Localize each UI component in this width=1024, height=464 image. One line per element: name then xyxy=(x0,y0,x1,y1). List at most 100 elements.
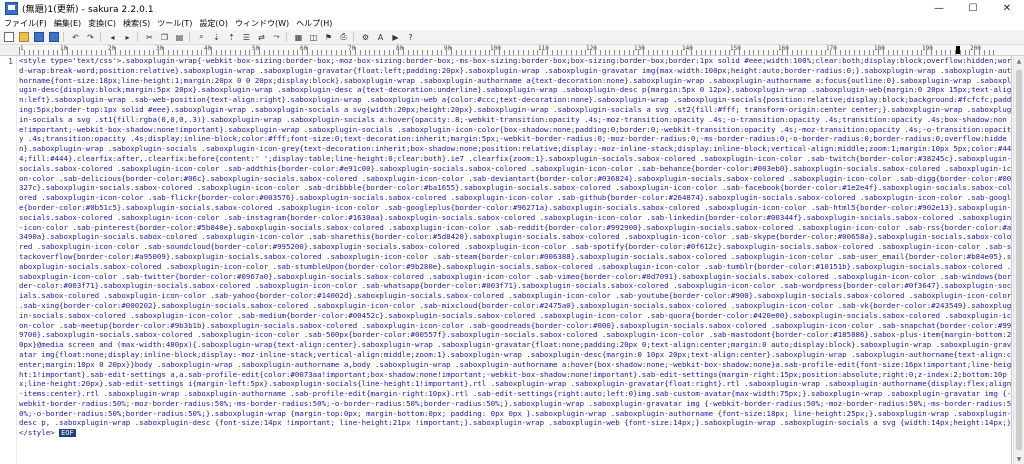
code-content: <style type='text/css'>.saboxplugin-wrap… xyxy=(19,56,1012,438)
print-icon[interactable]: ⎙ xyxy=(337,32,350,43)
ruler-tick xyxy=(407,50,409,55)
menu-edit[interactable]: 編集(E) xyxy=(50,18,84,29)
maximize-button[interactable]: ☐ xyxy=(956,0,990,16)
minimize-button[interactable]: — xyxy=(922,0,956,16)
replace-icon[interactable]: ⇄ xyxy=(255,32,268,43)
macro-icon[interactable]: ▶ xyxy=(389,32,402,43)
cut-icon[interactable]: ✂ xyxy=(143,32,156,43)
line-number-gutter: 1 xyxy=(0,56,17,464)
ruler-tick xyxy=(465,50,467,55)
scrollbar-thumb[interactable] xyxy=(1016,70,1022,450)
ruler-tick xyxy=(969,50,971,55)
ruler-tick xyxy=(33,50,35,55)
ruler-tick xyxy=(451,47,452,55)
toolbar-separator xyxy=(189,32,190,42)
ruler-tick xyxy=(993,50,995,55)
ruler-tick xyxy=(110,50,112,55)
ruler-tick xyxy=(172,50,174,55)
ruler-tick xyxy=(124,50,126,55)
ruler-tick xyxy=(787,47,788,55)
grep-icon[interactable]: ☰ xyxy=(240,32,253,43)
ruler-tick xyxy=(196,50,198,55)
forward-icon[interactable]: ▸ xyxy=(121,32,134,43)
ruler-tick xyxy=(244,50,246,55)
menu-convert[interactable]: 変換(C) xyxy=(84,18,119,29)
paste-icon[interactable]: ▤ xyxy=(173,32,186,43)
ruler-tick xyxy=(369,50,371,55)
ruler-tick xyxy=(902,50,904,55)
ruler-tick xyxy=(105,50,107,55)
new-file-icon[interactable] xyxy=(2,32,15,43)
ruler-tick xyxy=(662,50,664,55)
ruler-tick xyxy=(844,50,846,55)
menu-bar: ファイル(F) 編集(E) 変換(C) 検索(S) ツール(T) 設定(O) ウ… xyxy=(0,16,1024,30)
search-next-icon[interactable]: ⇣ xyxy=(210,32,223,43)
ruler-tick xyxy=(417,50,419,55)
ruler-tick xyxy=(710,50,712,55)
editor-text-area[interactable]: <style type='text/css'>.saboxplugin-wrap… xyxy=(19,56,1013,464)
vertical-scrollbar[interactable]: ▲ ▼ xyxy=(1013,56,1024,464)
font-icon[interactable]: A xyxy=(374,32,387,43)
save-icon[interactable] xyxy=(32,32,45,43)
ruler-tick xyxy=(585,50,587,55)
close-button[interactable]: ✕ xyxy=(990,0,1024,16)
ruler-tick xyxy=(211,47,212,55)
ruler-tick xyxy=(830,50,832,55)
help-icon[interactable]: ? xyxy=(404,32,417,43)
ruler-tick xyxy=(676,50,678,55)
ruler-tick xyxy=(839,50,841,55)
ruler-tick xyxy=(945,50,947,55)
ruler-tick xyxy=(575,50,577,55)
search-icon[interactable]: ⌕ xyxy=(195,32,208,43)
ruler-tick xyxy=(734,50,736,55)
back-icon[interactable]: ◂ xyxy=(106,32,119,43)
ruler-tick xyxy=(547,47,548,55)
compare-icon[interactable]: ◫ xyxy=(307,32,320,43)
open-folder-icon[interactable] xyxy=(17,32,30,43)
copy-icon[interactable]: ❐ xyxy=(158,32,171,43)
menu-settings[interactable]: 設定(O) xyxy=(195,18,231,29)
ruler-tick xyxy=(355,47,356,55)
ruler-tick xyxy=(859,50,860,55)
menu-file[interactable]: ファイル(F) xyxy=(0,18,50,29)
jump-icon[interactable]: ⤳ xyxy=(270,32,283,43)
ruler-tick xyxy=(623,50,625,55)
menu-help[interactable]: ヘルプ(H) xyxy=(292,18,335,29)
ruler-tick xyxy=(81,50,83,55)
ruler-tick xyxy=(580,50,582,55)
ruler-tick xyxy=(158,50,160,55)
ruler-tick xyxy=(513,50,515,55)
menu-tools[interactable]: ツール(T) xyxy=(153,18,195,29)
ruler-tick xyxy=(446,50,448,55)
ruler-tick xyxy=(614,50,616,55)
scroll-down-icon[interactable]: ▼ xyxy=(1014,454,1024,464)
ruler-tick xyxy=(691,47,692,55)
ruler-tick xyxy=(955,50,956,55)
search-prev-icon[interactable]: ⇡ xyxy=(225,32,238,43)
ruler-tick xyxy=(523,50,524,55)
scroll-up-icon[interactable]: ▲ xyxy=(1014,56,1024,66)
outline-icon[interactable]: ▦ xyxy=(292,32,305,43)
text-editor[interactable]: 1 <style type='text/css'>.saboxplugin-wr… xyxy=(0,56,1024,464)
settings-icon[interactable]: ⚙ xyxy=(359,32,372,43)
ruler-tick xyxy=(215,50,217,55)
menu-search[interactable]: 検索(S) xyxy=(119,18,153,29)
save-all-icon[interactable] xyxy=(47,32,60,43)
redo-icon[interactable]: ↷ xyxy=(84,32,97,43)
ruler-tick xyxy=(86,50,88,55)
menu-window[interactable]: ウィンドウ(W) xyxy=(231,18,292,29)
undo-icon[interactable]: ↶ xyxy=(69,32,82,43)
ruler-tick xyxy=(311,50,313,55)
bookmark-icon[interactable]: ⚑ xyxy=(322,32,335,43)
ruler-tick xyxy=(835,47,836,55)
ruler-tick xyxy=(988,50,990,55)
ruler-tick xyxy=(921,50,923,55)
ruler-tick xyxy=(979,47,980,55)
ruler-tick xyxy=(177,50,179,55)
ruler-tick xyxy=(297,50,299,55)
ruler-tick xyxy=(230,50,232,55)
title-bar[interactable]: (無題)1(更新) - sakura 2.2.0.1 — ☐ ✕ xyxy=(0,0,1024,17)
ruler-tick xyxy=(729,50,731,55)
ruler-tick xyxy=(705,50,707,55)
ruler-tick xyxy=(700,50,702,55)
